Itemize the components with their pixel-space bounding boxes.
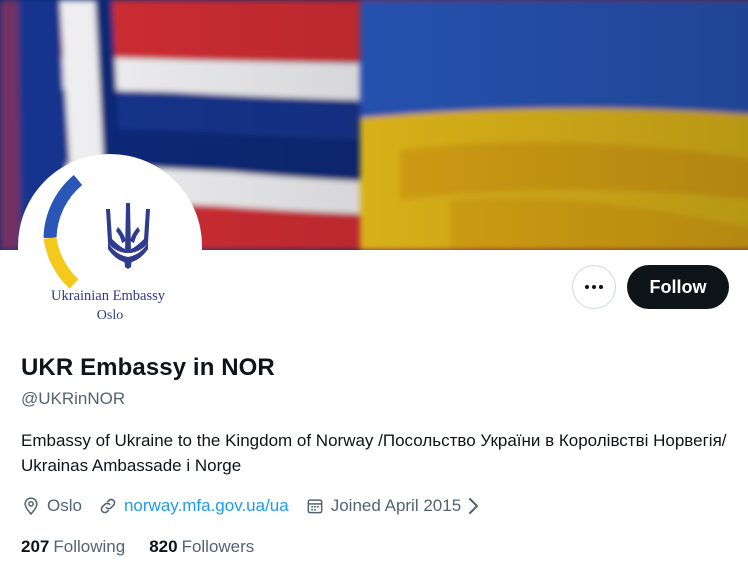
profile-bio: Embassy of Ukraine to the Kingdom of Nor… — [21, 431, 727, 475]
profile-avatar[interactable]: Ukrainian Embassy Oslo — [22, 158, 198, 334]
user-handle: @UKRinNOR — [21, 389, 126, 408]
calendar-icon — [307, 499, 323, 514]
location-pin-icon — [24, 497, 38, 515]
joined-item[interactable]: Joined April 2015 — [305, 496, 485, 516]
avatar-caption-line1: Ukrainian Embassy — [51, 288, 165, 304]
following-label: Following — [53, 537, 126, 556]
website-link[interactable]: norway.mfa.gov.ua/ua — [124, 496, 289, 516]
profile-stats: 207 Following 820 Followers — [21, 537, 278, 557]
joined-date: Joined April 2015 — [330, 496, 462, 515]
link-icon — [100, 498, 116, 514]
more-horizontal-icon — [585, 285, 603, 289]
followers-label: Followers — [181, 537, 255, 556]
following-link[interactable]: 207 Following — [21, 537, 125, 557]
chevron-right-icon — [469, 498, 479, 514]
display-name: UKR Embassy in NOR — [21, 354, 275, 381]
profile-meta: Oslo norway.mfa.gov.ua/ua Joined April 2… — [21, 493, 501, 519]
following-count: 207 — [21, 537, 50, 556]
followers-count: 820 — [149, 537, 178, 556]
website-item: norway.mfa.gov.ua/ua — [98, 496, 289, 516]
follow-button[interactable]: Follow — [627, 265, 729, 309]
location-item: Oslo — [21, 496, 82, 516]
avatar-caption-line2: Oslo — [96, 308, 124, 323]
location-text: Oslo — [47, 496, 82, 515]
more-options-button[interactable] — [572, 265, 616, 309]
followers-link[interactable]: 820 Followers — [149, 537, 254, 557]
